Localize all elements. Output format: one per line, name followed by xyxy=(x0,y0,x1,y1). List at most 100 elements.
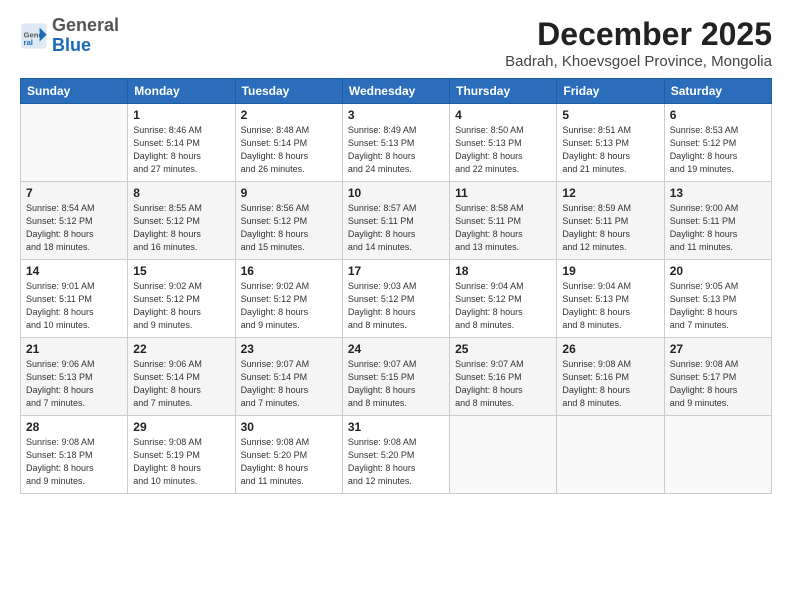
day-info: Sunrise: 8:53 AM Sunset: 5:12 PM Dayligh… xyxy=(670,124,766,176)
day-info: Sunrise: 9:05 AM Sunset: 5:13 PM Dayligh… xyxy=(670,280,766,332)
calendar-cell: 21 Sunrise: 9:06 AM Sunset: 5:13 PM Dayli… xyxy=(21,338,128,416)
day-info: Sunrise: 9:04 AM Sunset: 5:12 PM Dayligh… xyxy=(455,280,551,332)
day-number: 31 xyxy=(348,420,444,434)
calendar-cell: 19Sunrise: 9:04 AM Sunset: 5:13 PM Dayli… xyxy=(557,260,664,338)
calendar-cell: 28Sunrise: 9:08 AM Sunset: 5:18 PM Dayli… xyxy=(21,416,128,494)
day-number: 12 xyxy=(562,186,658,200)
day-number: 13 xyxy=(670,186,766,200)
day-number: 7 xyxy=(26,186,122,200)
day-info: Sunrise: 9:07 AM Sunset: 5:16 PM Dayligh… xyxy=(455,358,551,410)
day-number: 16 xyxy=(241,264,337,278)
calendar-cell: 5Sunrise: 8:51 AM Sunset: 5:13 PM Daylig… xyxy=(557,104,664,182)
day-number: 26 xyxy=(562,342,658,356)
calendar-cell: 1Sunrise: 8:46 AM Sunset: 5:14 PM Daylig… xyxy=(128,104,235,182)
header-day-thursday: Thursday xyxy=(450,79,557,104)
header-day-wednesday: Wednesday xyxy=(342,79,449,104)
logo-general-text: General xyxy=(52,15,119,35)
day-info: Sunrise: 8:59 AM Sunset: 5:11 PM Dayligh… xyxy=(562,202,658,254)
calendar-cell: 3Sunrise: 8:49 AM Sunset: 5:13 PM Daylig… xyxy=(342,104,449,182)
calendar-header-row: SundayMondayTuesdayWednesdayThursdayFrid… xyxy=(21,79,772,104)
day-info: Sunrise: 8:57 AM Sunset: 5:11 PM Dayligh… xyxy=(348,202,444,254)
day-info: Sunrise: 9:06 AM Sunset: 5:13 PM Dayligh… xyxy=(26,358,122,410)
title-block: December 2025 Badrah, Khoevsgoel Provinc… xyxy=(505,16,772,70)
calendar-cell: 25 Sunrise: 9:07 AM Sunset: 5:16 PM Dayli… xyxy=(450,338,557,416)
day-number: 17 xyxy=(348,264,444,278)
calendar-cell: 29 Sunrise: 9:08 AM Sunset: 5:19 PM Dayli… xyxy=(128,416,235,494)
header-day-monday: Monday xyxy=(128,79,235,104)
day-info: Sunrise: 9:08 AM Sunset: 5:19 PM Dayligh… xyxy=(133,436,229,488)
calendar-table: SundayMondayTuesdayWednesdayThursdayFrid… xyxy=(20,78,772,494)
header-day-friday: Friday xyxy=(557,79,664,104)
day-number: 11 xyxy=(455,186,551,200)
svg-text:ral: ral xyxy=(24,38,33,47)
day-number: 21 xyxy=(26,342,122,356)
day-info: Sunrise: 9:06 AM Sunset: 5:14 PM Dayligh… xyxy=(133,358,229,410)
calendar-cell: 23 Sunrise: 9:07 AM Sunset: 5:14 PM Dayli… xyxy=(235,338,342,416)
calendar-cell: 22 Sunrise: 9:06 AM Sunset: 5:14 PM Dayli… xyxy=(128,338,235,416)
day-number: 22 xyxy=(133,342,229,356)
day-number: 14 xyxy=(26,264,122,278)
day-number: 10 xyxy=(348,186,444,200)
day-number: 24 xyxy=(348,342,444,356)
day-number: 2 xyxy=(241,108,337,122)
calendar-cell: 17Sunrise: 9:03 AM Sunset: 5:12 PM Dayli… xyxy=(342,260,449,338)
calendar-cell: 4Sunrise: 8:50 AM Sunset: 5:13 PM Daylig… xyxy=(450,104,557,182)
day-info: Sunrise: 8:49 AM Sunset: 5:13 PM Dayligh… xyxy=(348,124,444,176)
header-day-sunday: Sunday xyxy=(21,79,128,104)
week-row-2: 7 Sunrise: 8:54 AM Sunset: 5:12 PM Daylig… xyxy=(21,182,772,260)
week-row-1: 1Sunrise: 8:46 AM Sunset: 5:14 PM Daylig… xyxy=(21,104,772,182)
calendar-cell: 12 Sunrise: 8:59 AM Sunset: 5:11 PM Dayli… xyxy=(557,182,664,260)
logo-icon: Gene ral xyxy=(20,22,48,50)
calendar-cell: 16 Sunrise: 9:02 AM Sunset: 5:12 PM Dayli… xyxy=(235,260,342,338)
calendar-cell: 30 Sunrise: 9:08 AM Sunset: 5:20 PM Dayli… xyxy=(235,416,342,494)
day-number: 6 xyxy=(670,108,766,122)
day-info: Sunrise: 8:48 AM Sunset: 5:14 PM Dayligh… xyxy=(241,124,337,176)
day-info: Sunrise: 9:07 AM Sunset: 5:15 PM Dayligh… xyxy=(348,358,444,410)
week-row-4: 21 Sunrise: 9:06 AM Sunset: 5:13 PM Dayli… xyxy=(21,338,772,416)
day-number: 30 xyxy=(241,420,337,434)
day-number: 27 xyxy=(670,342,766,356)
day-number: 9 xyxy=(241,186,337,200)
calendar-cell: 27 Sunrise: 9:08 AM Sunset: 5:17 PM Dayli… xyxy=(664,338,771,416)
day-number: 29 xyxy=(133,420,229,434)
day-info: Sunrise: 8:58 AM Sunset: 5:11 PM Dayligh… xyxy=(455,202,551,254)
calendar-cell: 7 Sunrise: 8:54 AM Sunset: 5:12 PM Daylig… xyxy=(21,182,128,260)
calendar-cell xyxy=(664,416,771,494)
logo-blue-text: Blue xyxy=(52,35,91,55)
day-number: 4 xyxy=(455,108,551,122)
day-number: 25 xyxy=(455,342,551,356)
day-info: Sunrise: 9:08 AM Sunset: 5:18 PM Dayligh… xyxy=(26,436,122,488)
day-info: Sunrise: 9:08 AM Sunset: 5:17 PM Dayligh… xyxy=(670,358,766,410)
day-number: 20 xyxy=(670,264,766,278)
calendar-cell: 24 Sunrise: 9:07 AM Sunset: 5:15 PM Dayli… xyxy=(342,338,449,416)
day-info: Sunrise: 9:04 AM Sunset: 5:13 PM Dayligh… xyxy=(562,280,658,332)
day-info: Sunrise: 8:51 AM Sunset: 5:13 PM Dayligh… xyxy=(562,124,658,176)
day-info: Sunrise: 9:02 AM Sunset: 5:12 PM Dayligh… xyxy=(133,280,229,332)
week-row-3: 14 Sunrise: 9:01 AM Sunset: 5:11 PM Dayli… xyxy=(21,260,772,338)
calendar-cell: 14 Sunrise: 9:01 AM Sunset: 5:11 PM Dayli… xyxy=(21,260,128,338)
calendar-cell xyxy=(21,104,128,182)
header-day-tuesday: Tuesday xyxy=(235,79,342,104)
day-number: 23 xyxy=(241,342,337,356)
calendar-cell: 15 Sunrise: 9:02 AM Sunset: 5:12 PM Dayli… xyxy=(128,260,235,338)
calendar-cell: 2 Sunrise: 8:48 AM Sunset: 5:14 PM Daylig… xyxy=(235,104,342,182)
day-info: Sunrise: 8:54 AM Sunset: 5:12 PM Dayligh… xyxy=(26,202,122,254)
day-info: Sunrise: 9:01 AM Sunset: 5:11 PM Dayligh… xyxy=(26,280,122,332)
day-info: Sunrise: 8:55 AM Sunset: 5:12 PM Dayligh… xyxy=(133,202,229,254)
day-number: 8 xyxy=(133,186,229,200)
day-info: Sunrise: 9:02 AM Sunset: 5:12 PM Dayligh… xyxy=(241,280,337,332)
day-info: Sunrise: 9:08 AM Sunset: 5:20 PM Dayligh… xyxy=(348,436,444,488)
calendar-cell: 10 Sunrise: 8:57 AM Sunset: 5:11 PM Dayli… xyxy=(342,182,449,260)
calendar-cell: 20 Sunrise: 9:05 AM Sunset: 5:13 PM Dayli… xyxy=(664,260,771,338)
day-info: Sunrise: 8:56 AM Sunset: 5:12 PM Dayligh… xyxy=(241,202,337,254)
day-info: Sunrise: 9:08 AM Sunset: 5:16 PM Dayligh… xyxy=(562,358,658,410)
day-info: Sunrise: 9:07 AM Sunset: 5:14 PM Dayligh… xyxy=(241,358,337,410)
day-info: Sunrise: 9:08 AM Sunset: 5:20 PM Dayligh… xyxy=(241,436,337,488)
calendar-cell: 13 Sunrise: 9:00 AM Sunset: 5:11 PM Dayli… xyxy=(664,182,771,260)
day-number: 1 xyxy=(133,108,229,122)
calendar-cell: 18Sunrise: 9:04 AM Sunset: 5:12 PM Dayli… xyxy=(450,260,557,338)
logo: Gene ral General Blue xyxy=(20,16,119,56)
calendar-cell: 26 Sunrise: 9:08 AM Sunset: 5:16 PM Dayli… xyxy=(557,338,664,416)
day-info: Sunrise: 9:00 AM Sunset: 5:11 PM Dayligh… xyxy=(670,202,766,254)
day-number: 15 xyxy=(133,264,229,278)
